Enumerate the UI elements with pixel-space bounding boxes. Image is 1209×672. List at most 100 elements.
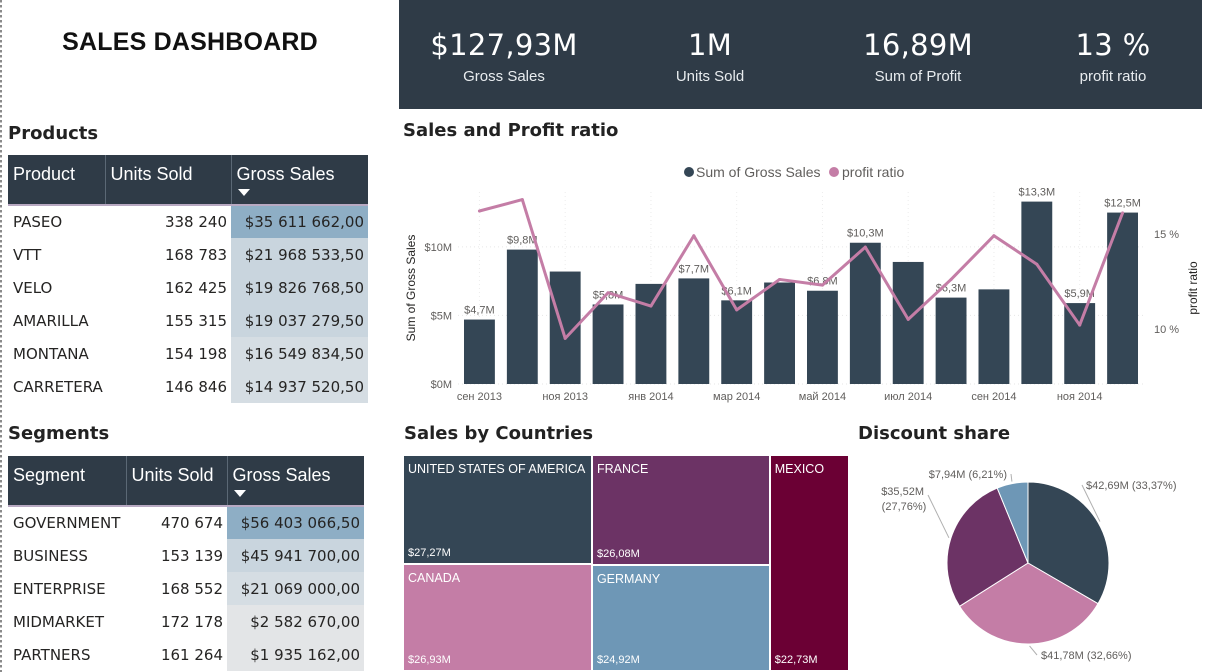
line-point[interactable] — [778, 277, 782, 281]
row-units-sold: 154 198 — [164, 344, 227, 363]
treemap-cell[interactable]: FRANCE $26,08M — [591, 455, 770, 566]
line-point[interactable] — [992, 234, 996, 238]
table-row[interactable]: CARRETERA 146 846 $14 937 520,50 — [8, 370, 368, 403]
bar[interactable] — [807, 290, 838, 384]
bar-data-label: $13,3M — [1018, 187, 1055, 199]
row-gross-sales: $21 968 533,50 — [231, 238, 368, 271]
kpi-label: Gross Sales — [463, 68, 545, 85]
row-units-sold: 153 139 — [160, 546, 223, 565]
bar[interactable] — [464, 319, 495, 384]
line-point[interactable] — [563, 336, 567, 340]
table-row[interactable]: MONTANA 154 198 $16 549 834,50 — [8, 337, 368, 370]
pie-data-label: $42,69M (33,37%) — [1086, 480, 1177, 492]
line-point[interactable] — [520, 198, 524, 202]
bar[interactable] — [764, 282, 795, 384]
kpi-gross-sales[interactable]: $127,93M Gross Sales — [404, 0, 604, 85]
kpi-profit-ratio[interactable]: 13 % profit ratio — [1013, 0, 1209, 85]
line-point[interactable] — [906, 317, 910, 321]
pie-title: Discount share — [858, 423, 1011, 444]
countries-treemap[interactable]: UNITED STATES OF AMERICA $27,27M CANADA $26… — [403, 455, 849, 671]
row-units-sold: 172 178 — [160, 612, 223, 631]
bar[interactable] — [635, 283, 667, 384]
table-row[interactable]: BUSINESS 153 139 $45 941 700,00 — [8, 539, 364, 572]
treemap-cell[interactable]: CANADA $26,93M — [403, 563, 592, 671]
y-tick-label: $5M — [431, 310, 452, 322]
line-point[interactable] — [863, 245, 867, 249]
table-row[interactable]: MIDMARKET 172 178 $2 582 670,00 — [8, 605, 364, 638]
bar[interactable] — [892, 261, 924, 384]
line-point[interactable] — [692, 234, 696, 238]
pie-data-label: $35,52M — [881, 486, 924, 498]
bar[interactable] — [678, 278, 710, 384]
bar[interactable] — [1064, 303, 1096, 384]
y-tick-label: $0M — [431, 379, 452, 391]
column-header-product[interactable]: Product — [8, 155, 106, 206]
line-point[interactable] — [735, 308, 739, 312]
sort-descending-icon — [233, 490, 246, 497]
row-gross-sales: $56 403 066,50 — [227, 506, 364, 539]
row-gross-sales: $35 611 662,00 — [231, 205, 368, 238]
kpi-value: $127,93M — [430, 28, 578, 62]
sort-descending-icon — [237, 189, 250, 196]
line-point[interactable] — [649, 304, 653, 308]
row-gross-sales: $19 037 279,50 — [231, 304, 368, 337]
column-header-gross-sales[interactable]: Gross Sales — [231, 155, 368, 206]
treemap-cell-value: $27,27M — [408, 546, 451, 559]
kpi-value: 16,89M — [863, 28, 973, 62]
kpi-label: Sum of Profit — [874, 68, 962, 85]
line-point[interactable] — [606, 291, 610, 295]
treemap-title: Sales by Countries — [404, 423, 594, 444]
column-header-gross-sales[interactable]: Gross Sales — [227, 456, 364, 507]
treemap-cell-name: MEXICO — [774, 462, 825, 476]
bar[interactable] — [506, 249, 538, 384]
pie-leader-line — [927, 494, 950, 539]
bar[interactable] — [978, 289, 1010, 384]
table-row[interactable]: GOVERNMENT 470 674 $56 403 066,50 — [8, 506, 364, 539]
bar[interactable] — [592, 304, 624, 384]
treemap-cell[interactable]: UNITED STATES OF AMERICA $27,27M — [403, 455, 592, 564]
pie-data-label: $7,94M (6,21%) — [929, 469, 1007, 481]
table-row[interactable]: PARTNERS 161 264 $1 935 162,00 — [8, 638, 364, 671]
row-units-sold: 168 783 — [164, 245, 227, 264]
table-row[interactable]: VELO 162 425 $19 826 768,50 — [8, 271, 368, 304]
row-name: BUSINESS — [13, 546, 88, 565]
line-point[interactable] — [1035, 262, 1039, 266]
table-row[interactable]: PASEO 338 240 $35 611 662,00 — [8, 205, 368, 238]
treemap-cell[interactable]: GERMANY $24,92M — [591, 565, 770, 671]
pie-data-label: (27,76%) — [882, 501, 927, 513]
pie-leader-line — [1010, 473, 1013, 482]
bar-data-label: $7,7M — [679, 263, 710, 275]
bar[interactable] — [721, 300, 753, 384]
bar[interactable] — [935, 297, 967, 384]
line-point[interactable] — [820, 283, 824, 287]
row-gross-sales: $21 069 000,00 — [227, 572, 364, 605]
dashboard-title: SALES DASHBOARD — [62, 28, 318, 56]
column-header-segment[interactable]: Segment — [8, 456, 127, 507]
treemap-cell-value: $26,93M — [408, 653, 451, 666]
line-point[interactable] — [1121, 211, 1125, 215]
column-header-label: Gross Sales — [236, 164, 335, 184]
table-row[interactable]: AMARILLA 155 315 $19 037 279,50 — [8, 304, 368, 337]
chart-legend[interactable]: Sum of Gross Sales profit ratio — [684, 164, 904, 180]
line-point[interactable] — [477, 209, 481, 213]
line-point[interactable] — [949, 277, 953, 281]
table-row[interactable]: ENTERPRISE 168 552 $21 069 000,00 — [8, 572, 364, 605]
kpi-value: 13 % — [1075, 28, 1151, 62]
bar[interactable] — [1021, 201, 1053, 384]
legend-label: profit ratio — [842, 164, 904, 180]
discount-share-pie[interactable]: $42,69M (33,37%) $41,78M (32,66%) $35,52M (… — [880, 455, 1209, 672]
column-header-units-sold[interactable]: Units Sold — [126, 456, 228, 507]
treemap-cell[interactable]: MEXICO $22,73M — [769, 455, 849, 671]
table-row[interactable]: VTT 168 783 $21 968 533,50 — [8, 238, 368, 271]
y-axis-title: Sum of Gross Sales — [404, 235, 418, 342]
row-units-sold: 168 552 — [160, 579, 223, 598]
sales-profit-combo-chart[interactable]: Sum of Gross Sales profit ratio $0M $5M $10M… — [399, 150, 1209, 410]
row-gross-sales: $45 941 700,00 — [227, 539, 364, 572]
kpi-sum-of-profit[interactable]: 16,89M Sum of Profit — [818, 0, 1018, 85]
line-point[interactable] — [1078, 323, 1082, 327]
y2-tick-label: 15 % — [1154, 229, 1179, 241]
kpi-units-sold[interactable]: 1M Units Sold — [610, 0, 810, 85]
bar-data-label: $4,7M — [464, 305, 495, 317]
column-header-units-sold[interactable]: Units Sold — [105, 155, 232, 206]
row-name: MONTANA — [13, 344, 89, 363]
